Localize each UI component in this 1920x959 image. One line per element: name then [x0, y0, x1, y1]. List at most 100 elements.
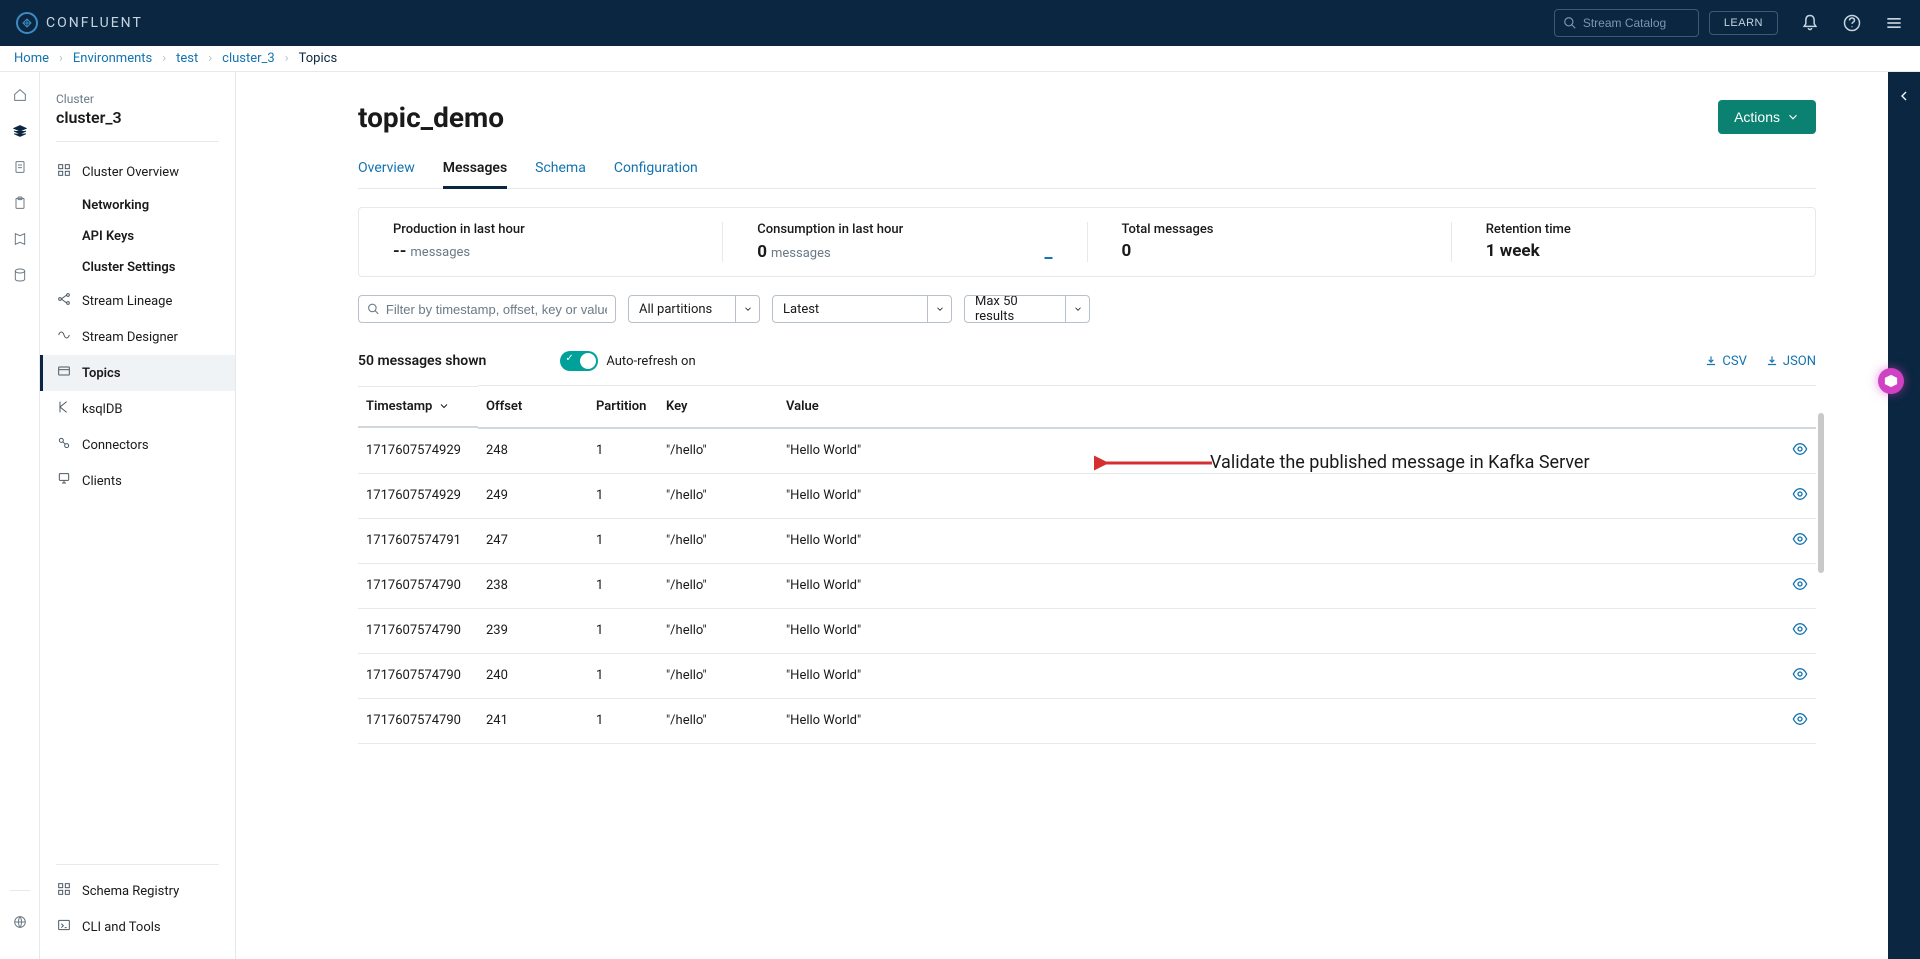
tab-configuration[interactable]: Configuration [614, 160, 698, 188]
sidebar-item-connectors[interactable]: Connectors [40, 427, 235, 463]
sidebar-item-networking[interactable]: Networking [40, 190, 235, 221]
right-collapse-strip[interactable] [1888, 72, 1920, 959]
rail-book-icon[interactable] [11, 230, 29, 248]
ksql-icon [56, 399, 72, 419]
controls-row: 50 messages shown Auto-refresh on CSV JS… [358, 351, 1816, 371]
sidebar-item-cluster-overview[interactable]: Cluster Overview [40, 154, 235, 190]
stat-total-label: Total messages [1122, 222, 1417, 237]
chevron-left-icon [1896, 88, 1912, 104]
sidebar-item-clients[interactable]: Clients [40, 463, 235, 499]
breadcrumb-cluster_3[interactable]: cluster_3 [222, 51, 275, 66]
header-timestamp[interactable]: Timestamp [358, 386, 478, 428]
view-message-icon[interactable] [1792, 581, 1808, 596]
brand-text: CONFLUENT [46, 15, 143, 31]
stream-catalog-search[interactable] [1554, 9, 1699, 37]
top-header: CONFLUENT LEARN [0, 0, 1920, 46]
header-offset[interactable]: Offset [478, 386, 588, 428]
export-csv-link[interactable]: CSV [1704, 354, 1746, 369]
breadcrumb-home[interactable]: Home [14, 51, 49, 66]
stat-consumption-label: Consumption in last hour [757, 222, 1052, 237]
schema-icon [56, 881, 72, 901]
search-icon [1563, 16, 1577, 30]
table-row[interactable]: 17176075747902381"/hello""Hello World" [358, 563, 1816, 608]
rail-home-icon[interactable] [11, 86, 29, 104]
tab-schema[interactable]: Schema [535, 160, 586, 188]
breadcrumb: Home›Environments›test›cluster_3›Topics [0, 46, 1920, 72]
offset-dropdown[interactable]: Latest [772, 295, 952, 323]
table-row[interactable]: 17176075747912471"/hello""Hello World" [358, 518, 1816, 563]
table-row[interactable]: 17176075747902411"/hello""Hello World" [358, 698, 1816, 743]
view-message-icon[interactable] [1792, 446, 1808, 461]
lineage-icon [56, 291, 72, 311]
sidebar-item-api-keys[interactable]: API Keys [40, 221, 235, 252]
topics-icon [56, 363, 72, 383]
main-content: topic_demo Actions Overview Messages Schem… [236, 72, 1888, 959]
sidebar-cluster-name: cluster_3 [56, 108, 219, 127]
header-key[interactable]: Key [658, 386, 778, 428]
tab-overview[interactable]: Overview [358, 160, 415, 188]
filter-row: All partitions Latest Max 50 results [358, 295, 1816, 323]
download-icon [1704, 354, 1718, 368]
auto-refresh-toggle[interactable] [560, 351, 598, 371]
download-icon [1765, 354, 1779, 368]
breadcrumb-test[interactable]: test [176, 51, 198, 66]
designer-icon [56, 327, 72, 347]
table-row[interactable]: 17176075749292481"/hello""Hello World" [358, 428, 1816, 474]
auto-refresh-label: Auto-refresh on [606, 354, 695, 369]
chevron-down-icon [927, 296, 951, 322]
view-message-icon[interactable] [1792, 536, 1808, 551]
sidebar-item-ksqldb[interactable]: ksqlDB [40, 391, 235, 427]
brand-logo[interactable]: CONFLUENT [16, 12, 143, 34]
sidebar-cluster-label: Cluster [56, 92, 219, 106]
rail-globe-icon[interactable] [11, 913, 29, 931]
sidebar-item-stream-designer[interactable]: Stream Designer [40, 319, 235, 355]
search-input[interactable] [1583, 16, 1683, 30]
view-message-icon[interactable] [1792, 671, 1808, 686]
rail-clipboard-icon[interactable] [11, 194, 29, 212]
export-json-link[interactable]: JSON [1765, 354, 1816, 369]
filter-search[interactable] [358, 295, 616, 323]
max-results-dropdown[interactable]: Max 50 results [964, 295, 1090, 323]
sidebar-item-stream-lineage[interactable]: Stream Lineage [40, 283, 235, 319]
tab-messages[interactable]: Messages [443, 160, 507, 188]
rail-database-icon[interactable] [11, 266, 29, 284]
chevron-down-icon [438, 400, 450, 412]
search-icon [367, 302, 380, 316]
sidebar: Cluster cluster_3 Cluster OverviewNetwor… [40, 72, 236, 959]
help-icon[interactable] [1842, 13, 1862, 33]
hamburger-menu-icon[interactable] [1884, 13, 1904, 33]
messages-table: Timestamp Offset Partition Key Value 171… [358, 385, 1816, 744]
view-message-icon[interactable] [1792, 716, 1808, 731]
header-value[interactable]: Value [778, 386, 1784, 428]
logo-icon [16, 12, 38, 34]
table-row[interactable]: 17176075747902391"/hello""Hello World" [358, 608, 1816, 653]
partition-dropdown[interactable]: All partitions [628, 295, 760, 323]
notifications-icon[interactable] [1800, 13, 1820, 33]
learn-button[interactable]: LEARN [1709, 11, 1778, 35]
sidebar-item-topics[interactable]: Topics [40, 355, 235, 391]
scrollbar[interactable] [1818, 413, 1824, 573]
chevron-down-icon [1065, 296, 1089, 322]
stats-bar: Production in last hour --messages Consu… [358, 207, 1816, 277]
header-partition[interactable]: Partition [588, 386, 658, 428]
breadcrumb-topics: Topics [299, 51, 338, 66]
rail-doc-icon[interactable] [11, 158, 29, 176]
stat-production-label: Production in last hour [393, 222, 688, 237]
floating-help-badge[interactable] [1878, 368, 1904, 394]
table-row[interactable]: 17176075749292491"/hello""Hello World" [358, 473, 1816, 518]
breadcrumb-environments[interactable]: Environments [73, 51, 152, 66]
view-message-icon[interactable] [1792, 491, 1808, 506]
cli-icon [56, 917, 72, 937]
stat-consumption-marker: _ [1044, 241, 1052, 262]
clients-icon [56, 471, 72, 491]
sidebar-item-cli-and-tools[interactable]: CLI and Tools [40, 909, 235, 945]
table-row[interactable]: 17176075747902401"/hello""Hello World" [358, 653, 1816, 698]
connectors-icon [56, 435, 72, 455]
sidebar-item-schema-registry[interactable]: Schema Registry [40, 873, 235, 909]
page-title: topic_demo [358, 101, 504, 134]
actions-button[interactable]: Actions [1718, 100, 1816, 134]
rail-layers-icon[interactable] [11, 122, 29, 140]
view-message-icon[interactable] [1792, 626, 1808, 641]
filter-input[interactable] [386, 302, 607, 317]
sidebar-item-cluster-settings[interactable]: Cluster Settings [40, 252, 235, 283]
